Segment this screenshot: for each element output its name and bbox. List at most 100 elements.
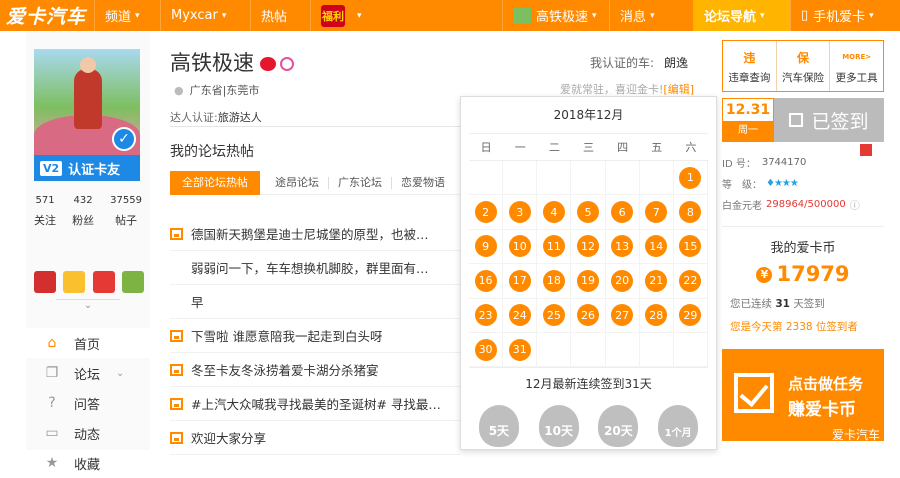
- location-text: 广东省|东莞市: [189, 84, 260, 97]
- medal-icon[interactable]: [121, 271, 144, 293]
- post-title: 下雪啦 谁愿意陪我一起走到白头呀: [191, 329, 383, 344]
- stat-posts[interactable]: 37559 帖子: [110, 195, 142, 228]
- sidebar-item-qa[interactable]: ? 问答: [26, 388, 150, 418]
- coins-value-row: ¥17979: [722, 262, 884, 286]
- calendar-grid: 1 2 3 4 5 6 7 8 9 10 11 12 13 14 15 16 17 18 19 20 21 22 23 24 2…: [469, 161, 708, 368]
- forum-icon: ❐: [45, 365, 59, 381]
- violation-query-button[interactable]: 违违章查询: [723, 41, 777, 91]
- expand-medals-button[interactable]: ⌄: [56, 299, 120, 315]
- calendar-day-signed[interactable]: 14: [645, 235, 668, 258]
- signed-in-label: 已签到: [811, 110, 869, 133]
- calendar-day-signed[interactable]: 9: [474, 235, 497, 258]
- calendar-day-signed[interactable]: 3: [508, 201, 531, 224]
- calendar-day-signed[interactable]: 15: [679, 235, 702, 258]
- calendar-day-signed[interactable]: 19: [576, 269, 599, 292]
- calendar-day-signed[interactable]: 16: [474, 269, 497, 292]
- calendar-day-signed[interactable]: 11: [542, 235, 565, 258]
- nav-channel[interactable]: 频道 ▾: [94, 0, 160, 31]
- nav-user-label: 高铁极速: [536, 10, 589, 25]
- car-insurance-button[interactable]: 保汽车保险: [777, 41, 831, 91]
- tool-label: 更多工具: [835, 72, 878, 84]
- list-item[interactable]: 冬至卡友冬泳捞着爱卡湖分杀猪宴: [170, 353, 460, 387]
- calendar-day-signed[interactable]: 30: [474, 338, 497, 361]
- nav-forum-guide[interactable]: 论坛导航 ▾: [693, 0, 790, 31]
- certified-car-value[interactable]: 朗逸: [664, 56, 688, 70]
- calendar-day-signed[interactable]: 29: [679, 304, 702, 327]
- sidebar-item-home[interactable]: ⌂ 首页: [26, 328, 150, 358]
- calendar-day-signed[interactable]: 20: [611, 269, 634, 292]
- reward-bag-icon[interactable]: 1个月: [658, 405, 699, 448]
- sidebar-item-forum[interactable]: ❐ 论坛 ⌄: [26, 358, 150, 388]
- nav-hot[interactable]: 热帖: [250, 0, 310, 31]
- list-item[interactable]: 德国新天鹅堡是迪士尼城堡的原型，也被…: [170, 217, 460, 251]
- today-date: 12.31 周一: [722, 98, 774, 142]
- nav-mobile[interactable]: ▯ 手机爱卡 ▾: [790, 0, 900, 31]
- stat-following[interactable]: 571 关注: [34, 195, 56, 228]
- reward-bag-icon[interactable]: 20天: [598, 405, 639, 448]
- signin-area: 12.31 周一 已签到: [722, 98, 884, 142]
- help-icon[interactable]: ⓘ: [850, 197, 860, 212]
- tab-all-forums[interactable]: 全部论坛热帖: [170, 170, 260, 195]
- list-item[interactable]: 弱弱问一下，车车想换机脚胶，群里面有…: [170, 251, 460, 285]
- calendar-day-signed[interactable]: 1: [679, 166, 702, 189]
- medal-icon[interactable]: [63, 271, 86, 293]
- medal-icon[interactable]: [92, 271, 115, 293]
- calendar-day-signed[interactable]: 4: [542, 201, 565, 224]
- calendar-day-signed[interactable]: 23: [474, 304, 497, 327]
- calendar-day-signed[interactable]: 13: [611, 235, 634, 258]
- user-location: ● 广东省|东莞市: [174, 82, 259, 98]
- star-icon: ★: [45, 455, 59, 471]
- stat-followers[interactable]: 432 粉丝: [72, 195, 94, 228]
- calendar-day-signed[interactable]: 5: [576, 201, 599, 224]
- calendar-day-signed[interactable]: 18: [542, 269, 565, 292]
- signin-streak: 您已连续 31 天签到: [722, 296, 884, 311]
- insurance-icon: 保: [796, 50, 809, 65]
- site-logo[interactable]: 爱卡汽车: [0, 0, 94, 31]
- post-title: 弱弱问一下，车车想换机脚胶，群里面有…: [191, 261, 429, 276]
- calendar-day-signed[interactable]: 31: [508, 338, 531, 361]
- weibo-icon[interactable]: [260, 57, 276, 71]
- hot-posts-title: 我的论坛热帖: [170, 144, 254, 160]
- sidebar-item-feed[interactable]: ▭ 动态: [26, 418, 150, 448]
- location-pin-icon[interactable]: [280, 57, 294, 71]
- calendar-day-signed[interactable]: 8: [679, 201, 702, 224]
- calendar-day-signed[interactable]: 25: [542, 304, 565, 327]
- calendar-day-signed[interactable]: 26: [576, 304, 599, 327]
- verified-badge[interactable]: V2 认证卡友: [34, 155, 140, 181]
- list-item[interactable]: 早: [170, 285, 460, 319]
- calendar-day-signed[interactable]: 2: [474, 201, 497, 224]
- calendar-day-signed[interactable]: 7: [645, 201, 668, 224]
- sidebar-item-favorites[interactable]: ★ 收藏: [26, 448, 150, 478]
- calendar-day-signed[interactable]: 24: [508, 304, 531, 327]
- calendar-day-signed[interactable]: 12: [576, 235, 599, 258]
- tab-tuang-forum[interactable]: 途昂论坛: [266, 176, 329, 189]
- calendar-cell: 15: [673, 229, 708, 265]
- calendar-day-signed[interactable]: 28: [645, 304, 668, 327]
- nav-messages[interactable]: 消息 ▾: [609, 0, 693, 31]
- medal-icon[interactable]: [34, 271, 56, 293]
- tab-guangdong-forum[interactable]: 广东论坛: [329, 176, 392, 189]
- nav-hot-label: 热帖: [261, 10, 288, 25]
- more-tools-button[interactable]: MORE> 更多工具: [830, 41, 883, 91]
- image-icon: [170, 363, 183, 376]
- reward-bag-icon[interactable]: 10天: [538, 405, 579, 448]
- calendar-day-signed[interactable]: 17: [508, 269, 531, 292]
- calendar-day-signed[interactable]: 22: [679, 269, 702, 292]
- signed-in-button[interactable]: 已签到: [774, 98, 884, 142]
- nav-myxcar[interactable]: Myxcar ▾: [160, 0, 250, 31]
- talent-certification: 达人认证:旅游达人: [170, 105, 460, 127]
- calendar-day-signed[interactable]: 6: [611, 201, 634, 224]
- nav-fortune[interactable]: 福利 ▾: [310, 0, 390, 31]
- calendar-day-signed[interactable]: 27: [611, 304, 634, 327]
- level-badge: V2: [40, 160, 63, 176]
- tab-love-forum[interactable]: 恋爱物语: [392, 176, 454, 189]
- list-item[interactable]: 下雪啦 谁愿意陪我一起走到白头呀: [170, 319, 460, 353]
- date-weekday: 周一: [723, 121, 773, 141]
- list-item[interactable]: #上汽大众喊我寻找最美的圣诞树# 寻找最…: [170, 387, 460, 421]
- calendar-day-signed[interactable]: 10: [508, 235, 531, 258]
- calendar-day-signed[interactable]: 21: [645, 269, 668, 292]
- edit-link[interactable]: [编辑]: [663, 83, 694, 96]
- nav-user[interactable]: 高铁极速 ▾: [502, 0, 609, 31]
- reward-bag-icon[interactable]: 5天: [478, 405, 519, 448]
- avatar[interactable]: ✓: [34, 49, 140, 155]
